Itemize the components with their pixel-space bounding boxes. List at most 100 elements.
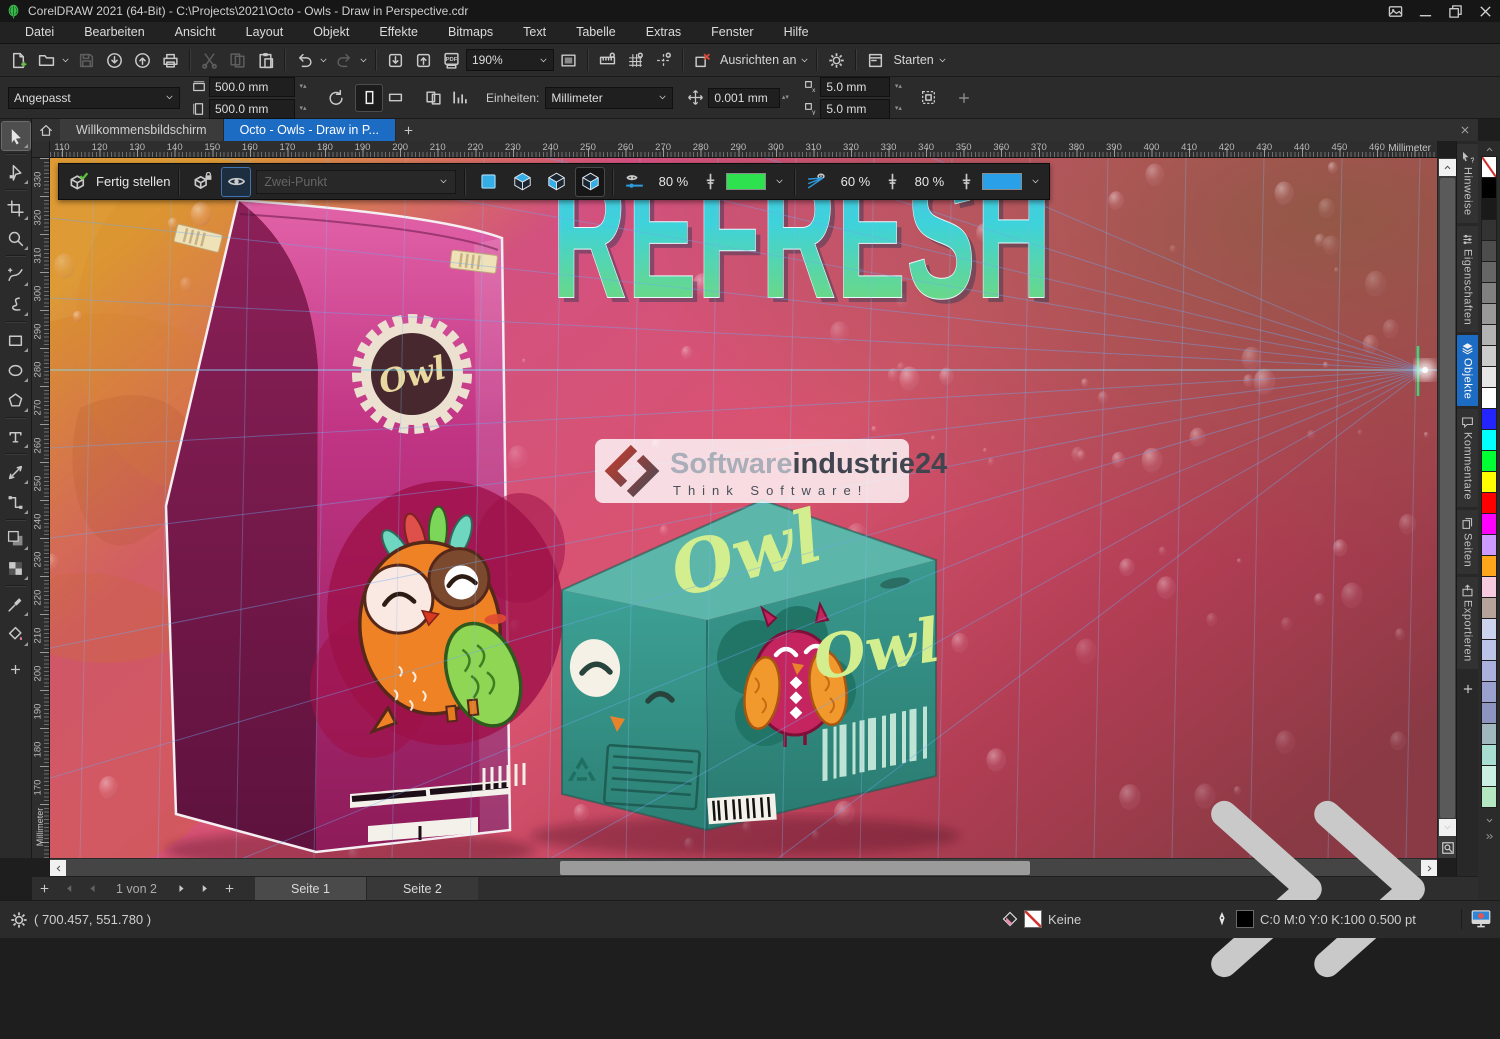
connector-tool[interactable] bbox=[2, 488, 30, 516]
line-color-dropdown[interactable] bbox=[772, 170, 786, 194]
grid-color-swatch[interactable] bbox=[982, 173, 1022, 190]
snap-to-dropdown[interactable] bbox=[800, 47, 811, 73]
palette-swatch-ffa61a[interactable] bbox=[1481, 555, 1497, 577]
palette-swatch-000000[interactable] bbox=[1481, 177, 1497, 199]
vertical-ruler[interactable]: Millimeter 33032031030029028027026025024… bbox=[32, 158, 50, 858]
docker-tab-kommentare[interactable]: Kommentare bbox=[1457, 409, 1479, 507]
palette-swatch-4d4d4d[interactable] bbox=[1481, 240, 1497, 262]
horizontal-ruler[interactable]: Millimeter 11012013014015016017018019020… bbox=[50, 141, 1437, 158]
page-width-field[interactable]: 500.0 mm bbox=[209, 77, 295, 97]
text-tool[interactable] bbox=[2, 422, 30, 450]
launcher-button[interactable] bbox=[862, 47, 889, 73]
pick-tool[interactable] bbox=[2, 122, 30, 150]
palette-swatch-aab1dd[interactable] bbox=[1481, 660, 1497, 682]
line-color-swatch[interactable] bbox=[726, 173, 766, 190]
menu-item-datei[interactable]: Datei bbox=[10, 22, 69, 43]
plane-right-button[interactable] bbox=[576, 168, 604, 196]
options-button[interactable] bbox=[823, 47, 850, 73]
menu-item-objekt[interactable]: Objekt bbox=[298, 22, 364, 43]
open-document-button[interactable] bbox=[33, 47, 60, 73]
welcome-home-icon[interactable] bbox=[32, 119, 60, 141]
tab-document[interactable]: Octo - Owls - Draw in P... bbox=[224, 119, 396, 141]
last-page-button[interactable] bbox=[193, 877, 217, 901]
page-height-field[interactable]: 500.0 mm bbox=[209, 99, 295, 119]
all-pages-button[interactable] bbox=[420, 85, 446, 111]
vertical-scroll-thumb[interactable] bbox=[1440, 178, 1455, 818]
add-page-button[interactable] bbox=[32, 877, 56, 901]
menu-item-layout[interactable]: Layout bbox=[231, 22, 299, 43]
show-rulers-button[interactable] bbox=[594, 47, 621, 73]
palette-swatch-c9f0e2[interactable] bbox=[1481, 765, 1497, 787]
new-document-button[interactable] bbox=[5, 47, 32, 73]
color-eyedropper-tool[interactable] bbox=[2, 590, 30, 618]
docker-tab-objekte[interactable]: Objekte bbox=[1457, 335, 1479, 406]
close-button[interactable] bbox=[1470, 0, 1500, 22]
more-pages-icon[interactable] bbox=[1168, 739, 1468, 1039]
palette-swatch-8d94c0[interactable] bbox=[1481, 702, 1497, 724]
docker-tab-hinweise[interactable]: ?Hinweise bbox=[1457, 144, 1479, 223]
palette-swatch-ffff00[interactable] bbox=[1481, 471, 1497, 493]
menu-item-fenster[interactable]: Fenster bbox=[696, 22, 768, 43]
current-page-button[interactable] bbox=[446, 85, 472, 111]
scroll-left-button[interactable] bbox=[50, 860, 66, 876]
grid-opacity-slider[interactable] bbox=[956, 168, 976, 196]
undo-button[interactable] bbox=[291, 47, 318, 73]
image-tray-icon[interactable] bbox=[1380, 0, 1410, 22]
duplicate-y-spinner[interactable]: ▾▴ bbox=[893, 106, 903, 112]
show-guidelines-button[interactable] bbox=[650, 47, 677, 73]
autofit-page-button[interactable] bbox=[322, 85, 348, 111]
palette-swatch-cccccc[interactable] bbox=[1481, 345, 1497, 367]
nudge-spinner[interactable]: ▴▾ bbox=[780, 95, 790, 101]
duplicate-x-spinner[interactable]: ▾▴ bbox=[893, 84, 903, 90]
next-page-button[interactable] bbox=[169, 877, 193, 901]
page-tab-1[interactable]: Seite 1 bbox=[255, 877, 366, 901]
zoom-level-combo[interactable]: 190% bbox=[466, 49, 554, 71]
outline-status[interactable]: C:0 M:0 Y:0 K:100 0.500 pt bbox=[1214, 910, 1416, 928]
customize-toolbox-button[interactable] bbox=[2, 655, 30, 683]
plane-flat-button[interactable] bbox=[474, 168, 502, 196]
page-height-spinner[interactable]: ▾▴ bbox=[298, 106, 308, 112]
treat-as-filled-button[interactable] bbox=[915, 85, 941, 111]
palette-swatch-333333[interactable] bbox=[1481, 219, 1497, 241]
snap-to-label[interactable]: Ausrichten an bbox=[720, 53, 796, 67]
palette-swatch-ff0000[interactable] bbox=[1481, 492, 1497, 514]
perspective-type-combo[interactable]: Zwei-Punkt bbox=[256, 170, 456, 194]
publish-pdf-button[interactable]: PDF bbox=[438, 47, 465, 73]
docker-tab-seiten[interactable]: Seiten bbox=[1457, 510, 1479, 574]
copy-button[interactable] bbox=[224, 47, 251, 73]
scroll-up-button[interactable] bbox=[1439, 159, 1456, 176]
palette-scroll-down[interactable] bbox=[1478, 812, 1500, 828]
palette-expand[interactable] bbox=[1478, 828, 1500, 844]
palette-swatch-ff00ff[interactable] bbox=[1481, 513, 1497, 535]
new-tab-button[interactable] bbox=[396, 119, 422, 141]
palette-swatch-9fb7bd[interactable] bbox=[1481, 723, 1497, 745]
customize-plus-icon[interactable] bbox=[957, 91, 971, 105]
menu-item-tabelle[interactable]: Tabelle bbox=[561, 22, 631, 43]
palette-swatch-1a1a1a[interactable] bbox=[1481, 198, 1497, 220]
import-button[interactable] bbox=[382, 47, 409, 73]
menu-item-text[interactable]: Text bbox=[508, 22, 561, 43]
palette-swatch-2424ff[interactable] bbox=[1481, 408, 1497, 430]
display-proof-icon[interactable] bbox=[1461, 909, 1492, 929]
palette-swatch-ccd3ed[interactable] bbox=[1481, 618, 1497, 640]
rectangle-tool[interactable] bbox=[2, 326, 30, 354]
palette-swatch-00ffff[interactable] bbox=[1481, 429, 1497, 451]
snap-off-button[interactable] bbox=[689, 47, 716, 73]
page-tab-2[interactable]: Seite 2 bbox=[366, 877, 478, 901]
palette-swatch-bcc5e8[interactable] bbox=[1481, 639, 1497, 661]
restore-button[interactable] bbox=[1440, 0, 1470, 22]
print-button[interactable] bbox=[157, 47, 184, 73]
menu-item-ansicht[interactable]: Ansicht bbox=[160, 22, 231, 43]
line-opacity-value[interactable]: 80 % bbox=[652, 174, 694, 189]
status-settings-icon[interactable] bbox=[10, 911, 28, 929]
horizontal-scroll-thumb[interactable] bbox=[560, 861, 1030, 875]
freehand-tool[interactable] bbox=[2, 260, 30, 288]
save-button[interactable] bbox=[73, 47, 100, 73]
lock-perspective-button[interactable] bbox=[188, 168, 216, 196]
minimize-button[interactable] bbox=[1410, 0, 1440, 22]
palette-swatch-b5a39a[interactable] bbox=[1481, 597, 1497, 619]
open-dropdown[interactable] bbox=[61, 47, 72, 73]
export-button[interactable] bbox=[410, 47, 437, 73]
docker-tab-eigenschaften[interactable]: Eigenschaften bbox=[1457, 226, 1479, 332]
plane-left-button[interactable] bbox=[542, 168, 570, 196]
